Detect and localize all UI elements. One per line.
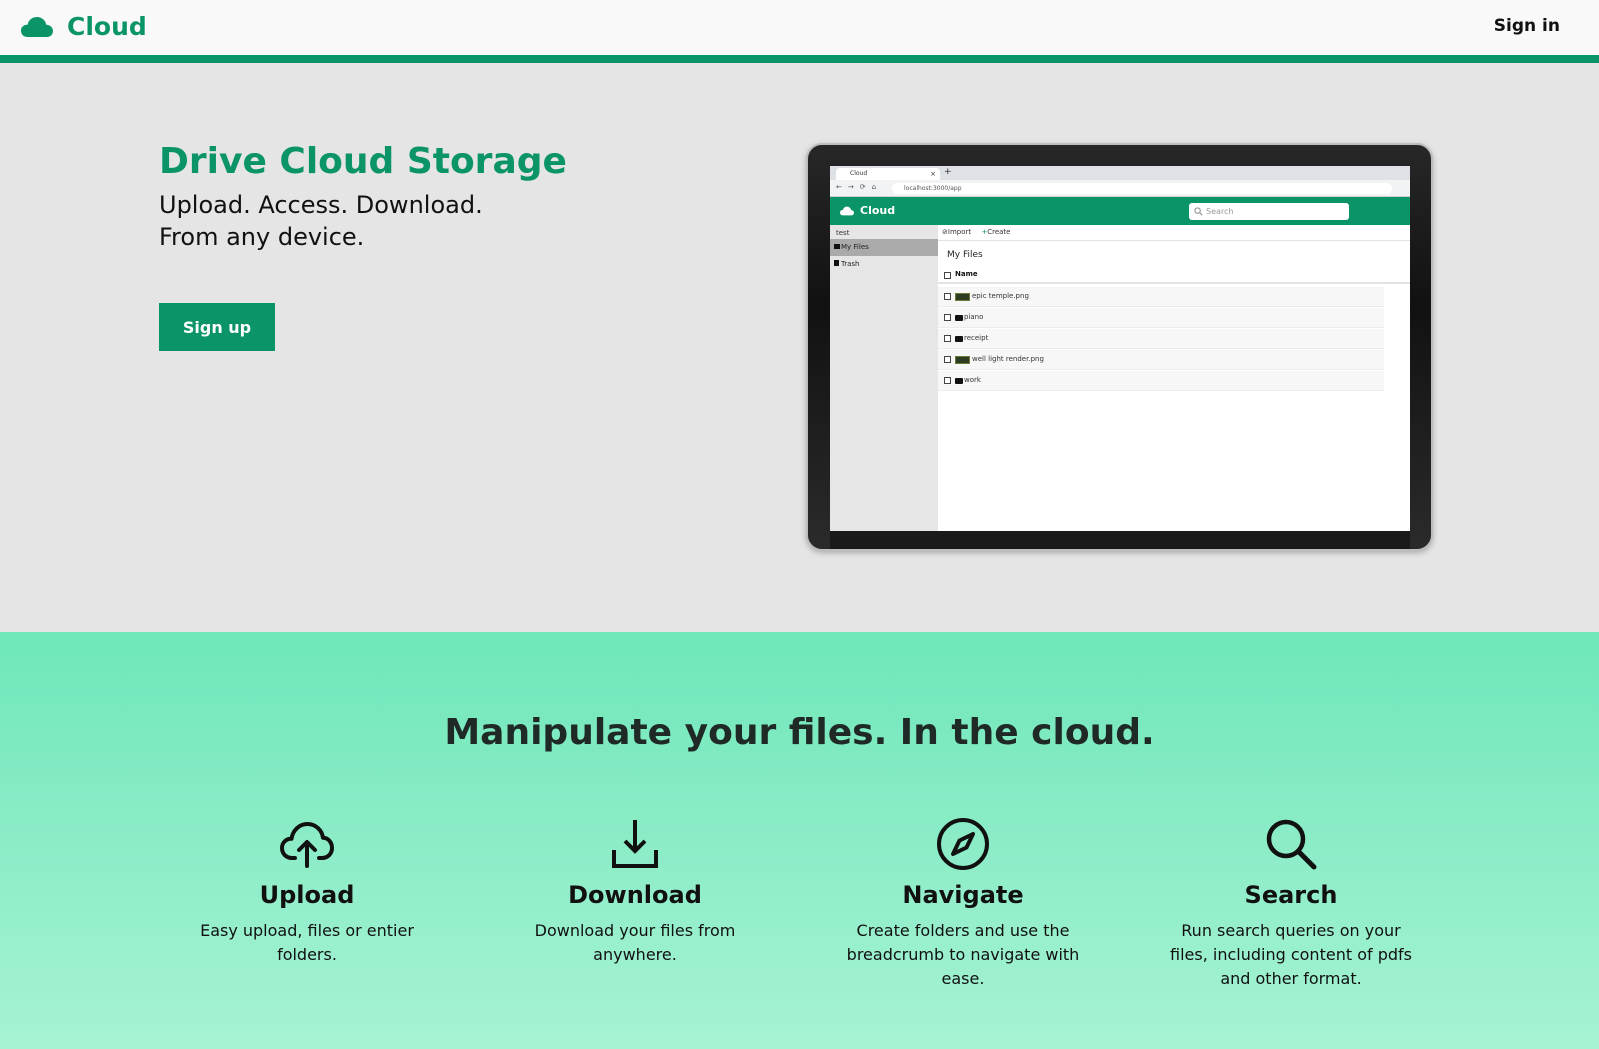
mockup-user-name: test	[836, 229, 850, 237]
mockup-import-button: ⊘Import	[942, 228, 972, 236]
download-icon	[612, 820, 658, 868]
mockup-browser-tabstrip: Cloud × +	[830, 166, 1410, 180]
mockup-file-row: epic temple.png	[938, 287, 1384, 307]
mockup-table-header: Name	[938, 266, 1410, 284]
mockup-create-button: +Create	[981, 228, 1010, 236]
mockup-file-name: receipt	[964, 334, 989, 342]
mockup-file-row: receipt	[938, 329, 1384, 349]
mockup-sidebar-label: My Files	[841, 243, 869, 251]
folder-icon	[955, 315, 963, 321]
mockup-file-name: well light render.png	[972, 355, 1044, 363]
mockup-search-input: Search	[1189, 203, 1349, 220]
feature-title: Navigate	[902, 881, 1024, 909]
compass-icon	[937, 818, 989, 870]
mockup-tab-title: Cloud	[850, 170, 868, 177]
mockup-row-checkbox	[944, 377, 951, 384]
mockup-trash-icon	[834, 260, 839, 266]
mockup-file-name: piano	[964, 313, 984, 321]
features-section: Manipulate your files. In the cloud. Upl…	[0, 632, 1599, 1049]
mockup-sidebar-item-my-files: My Files	[830, 239, 938, 256]
mockup-toolbar: ⊘Import +Create	[942, 228, 1018, 236]
feature-title: Search	[1244, 881, 1338, 909]
mockup-sidebar-label: Trash	[841, 260, 860, 268]
mockup-url: localhost:3000/app	[892, 183, 1392, 194]
feature-upload: Upload Easy upload, files or entier fold…	[179, 816, 435, 967]
cloud-icon	[21, 16, 53, 37]
mockup-row-checkbox	[944, 356, 951, 363]
tablet-bottom-bezel	[830, 531, 1410, 549]
mockup-app-logo: Cloud	[840, 204, 895, 217]
feature-description: Run search queries on your files, includ…	[1170, 921, 1412, 988]
mockup-app-header: Cloud Search	[830, 197, 1410, 225]
mockup-create-label: Create	[987, 228, 1011, 236]
mockup-file-row: well light render.png	[938, 350, 1384, 370]
mockup-search-placeholder: Search	[1206, 207, 1234, 216]
mockup-file-name: epic temple.png	[972, 292, 1029, 300]
header-accent-line	[0, 55, 1599, 63]
folder-icon	[955, 336, 963, 342]
features-heading: Manipulate your files. In the cloud.	[444, 712, 1155, 753]
mockup-row-checkbox	[944, 293, 951, 300]
mockup-sidebar-item-trash: Trash	[830, 256, 938, 273]
mockup-sidebar: test My Files Trash	[830, 225, 938, 531]
mockup-cloud-icon	[840, 206, 854, 215]
cloud-upload-icon	[280, 822, 334, 868]
hero-subtitle-line-2: From any device.	[159, 223, 365, 251]
mockup-toolbar-divider	[938, 240, 1410, 241]
mockup-screen: Cloud × + ←→⟳⌂ localhost:3000/app Cloud …	[830, 166, 1410, 531]
hero-title: Drive Cloud Storage	[159, 141, 567, 182]
mockup-address-bar: ←→⟳⌂ localhost:3000/app	[830, 180, 1410, 197]
mockup-browser-tab: Cloud ×	[836, 168, 940, 180]
folder-icon	[955, 378, 963, 384]
feature-search: Search Run search queries on your files,…	[1163, 816, 1419, 991]
top-navbar: Cloud Sign in	[0, 0, 1599, 55]
mockup-tab-close-icon: ×	[930, 170, 936, 178]
mockup-folder-icon	[834, 244, 840, 249]
feature-title: Upload	[259, 881, 355, 909]
hero-subtitle: Upload. Access. Download. From any devic…	[159, 189, 483, 253]
mockup-main-panel: ⊘Import +Create My Files Name epic templ…	[938, 225, 1410, 531]
image-thumbnail-icon	[955, 293, 970, 301]
mockup-column-name: Name	[955, 270, 978, 278]
image-thumbnail-icon	[955, 356, 970, 364]
mockup-import-label: Import	[947, 228, 972, 236]
mockup-new-tab-icon: +	[944, 167, 952, 177]
mockup-search-icon	[1194, 207, 1203, 216]
mockup-file-name: work	[964, 376, 981, 384]
feature-description: Easy upload, files or entier folders.	[200, 921, 414, 964]
mockup-file-row: work	[938, 371, 1384, 391]
mockup-browser-nav-icons: ←→⟳⌂	[836, 183, 883, 191]
hero-subtitle-line-1: Upload. Access. Download.	[159, 191, 483, 219]
mockup-row-checkbox	[944, 314, 951, 321]
feature-title: Download	[568, 881, 702, 909]
feature-description: Download your files from anywhere.	[534, 921, 736, 964]
mockup-app-name: Cloud	[860, 204, 896, 217]
feature-navigate: Navigate Create folders and use the brea…	[835, 816, 1091, 991]
mockup-file-row: piano	[938, 308, 1384, 328]
sign-up-button[interactable]: Sign up	[159, 303, 275, 351]
mockup-select-all-checkbox	[944, 272, 951, 279]
mockup-breadcrumb: My Files	[947, 250, 983, 260]
tablet-mockup: Cloud × + ←→⟳⌂ localhost:3000/app Cloud …	[806, 143, 1433, 551]
mockup-row-checkbox	[944, 335, 951, 342]
feature-description: Create folders and use the breadcrumb to…	[846, 921, 1080, 988]
brand-logo[interactable]: Cloud	[21, 12, 147, 41]
search-icon	[1266, 819, 1317, 870]
sign-in-link[interactable]: Sign in	[1494, 16, 1560, 36]
feature-download: Download Download your files from anywhe…	[507, 816, 763, 967]
brand-name: Cloud	[67, 12, 147, 41]
